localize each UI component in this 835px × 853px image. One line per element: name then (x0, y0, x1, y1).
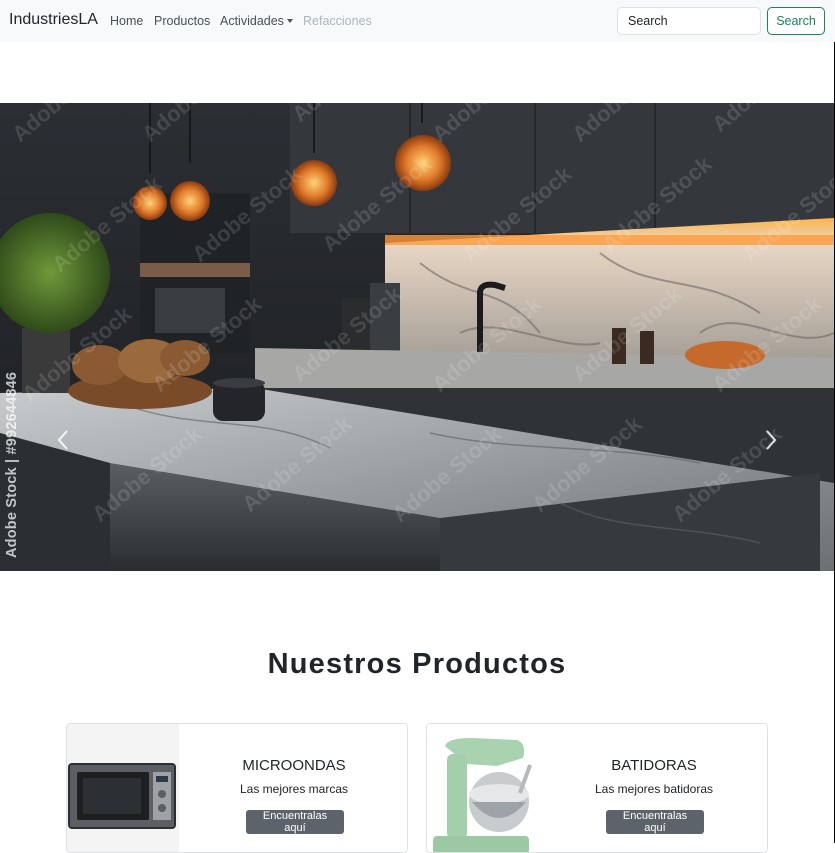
card-title: MICROONDAS (242, 757, 346, 774)
find-mixers-button[interactable]: Encuentralas aquí (606, 810, 704, 834)
stock-watermark-id: Adobe Stock | #992644846 (4, 371, 20, 558)
product-card: BATIDORAS Las mejores batidoras Encuentr… (426, 723, 768, 853)
nav-link-home[interactable]: Home (110, 14, 143, 28)
stand-mixer-image (427, 724, 539, 852)
microwave-image (67, 724, 179, 852)
search-input[interactable] (617, 7, 761, 35)
carousel-prev-button[interactable] (51, 423, 75, 457)
card-title: BATIDORAS (611, 757, 697, 774)
brand-logo[interactable]: IndustriesLA (9, 11, 98, 29)
carousel-next-button[interactable] (759, 423, 783, 457)
chevron-left-icon (57, 430, 68, 450)
kitchen-hero-image: Adobe Stock Adobe Stock Adobe Stock Adobe S… (0, 103, 834, 571)
nav-link-refacciones: Refacciones (303, 14, 372, 28)
caret-down-icon (286, 19, 293, 23)
card-text: Las mejores batidoras (594, 782, 714, 796)
section-title: Nuestros Productos (267, 648, 567, 680)
navbar: IndustriesLA Home Productos Actividades … (0, 0, 835, 42)
find-microwaves-button[interactable]: Encuentralas aquí (246, 810, 344, 834)
product-card: MICROONDAS Las mejores marcas Encuentral… (66, 723, 408, 853)
nav-link-productos[interactable]: Productos (154, 14, 210, 28)
card-text: Las mejores marcas (239, 782, 349, 796)
chevron-right-icon (766, 430, 777, 450)
nav-dropdown-actividades[interactable]: Actividades (220, 14, 293, 28)
hero-carousel: Adobe Stock Adobe Stock Adobe Stock Adobe S… (0, 103, 834, 571)
search-button[interactable]: Search (767, 7, 825, 35)
nav-dropdown-label: Actividades (220, 14, 284, 28)
